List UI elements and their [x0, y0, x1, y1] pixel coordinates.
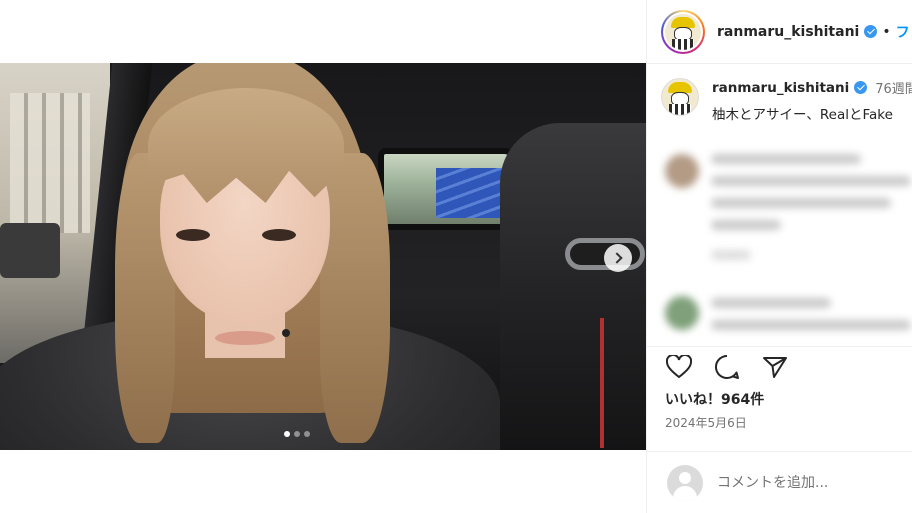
carousel-dot: [294, 431, 300, 437]
share-button[interactable]: [761, 353, 789, 381]
caption-username[interactable]: ranmaru_kishitani: [712, 80, 849, 96]
comment-button[interactable]: [713, 353, 741, 381]
caption-timestamp[interactable]: 76週間: [875, 78, 912, 97]
likes-count[interactable]: いいね！964件: [665, 389, 764, 409]
carousel-indicator: [284, 431, 310, 437]
post-side-panel: ranmaru_kishitani • フォロー ranmaru_kishita…: [646, 0, 912, 513]
comment-bubble-icon: [715, 354, 739, 379]
verified-badge-icon: [864, 25, 878, 38]
post-media-area: [0, 0, 646, 513]
avatar-image: [665, 13, 701, 50]
comment-composer: [647, 451, 912, 513]
heart-icon: [666, 355, 692, 379]
person-selfie: [0, 63, 646, 450]
post-header: ranmaru_kishitani • フォロー: [647, 0, 912, 64]
like-button[interactable]: [665, 353, 693, 381]
blurred-comments: [661, 146, 912, 346]
send-icon: [763, 357, 787, 378]
carousel-next-button[interactable]: [604, 244, 632, 272]
chevron-right-icon: [610, 252, 623, 264]
profile-avatar[interactable]: [661, 9, 705, 54]
header-username[interactable]: ranmaru_kishitani: [717, 24, 859, 40]
follow-button[interactable]: フォロー: [896, 22, 912, 42]
post-photo[interactable]: [0, 63, 646, 450]
verified-badge-icon: [854, 81, 868, 94]
comment-input[interactable]: [717, 474, 907, 491]
caption-text: 柚木とアサイー、RealとFake: [712, 107, 893, 123]
post-actions: [647, 346, 912, 381]
user-avatar-icon: [667, 464, 703, 501]
post-caption: ranmaru_kishitani 76週間 柚木とアサイー、RealとFake: [647, 64, 912, 123]
carousel-dot: [304, 431, 310, 437]
header-separator: •: [882, 23, 891, 40]
post-date[interactable]: 2024年5月6日: [665, 414, 747, 431]
caption-avatar[interactable]: [661, 78, 699, 116]
carousel-dot: [284, 431, 290, 437]
